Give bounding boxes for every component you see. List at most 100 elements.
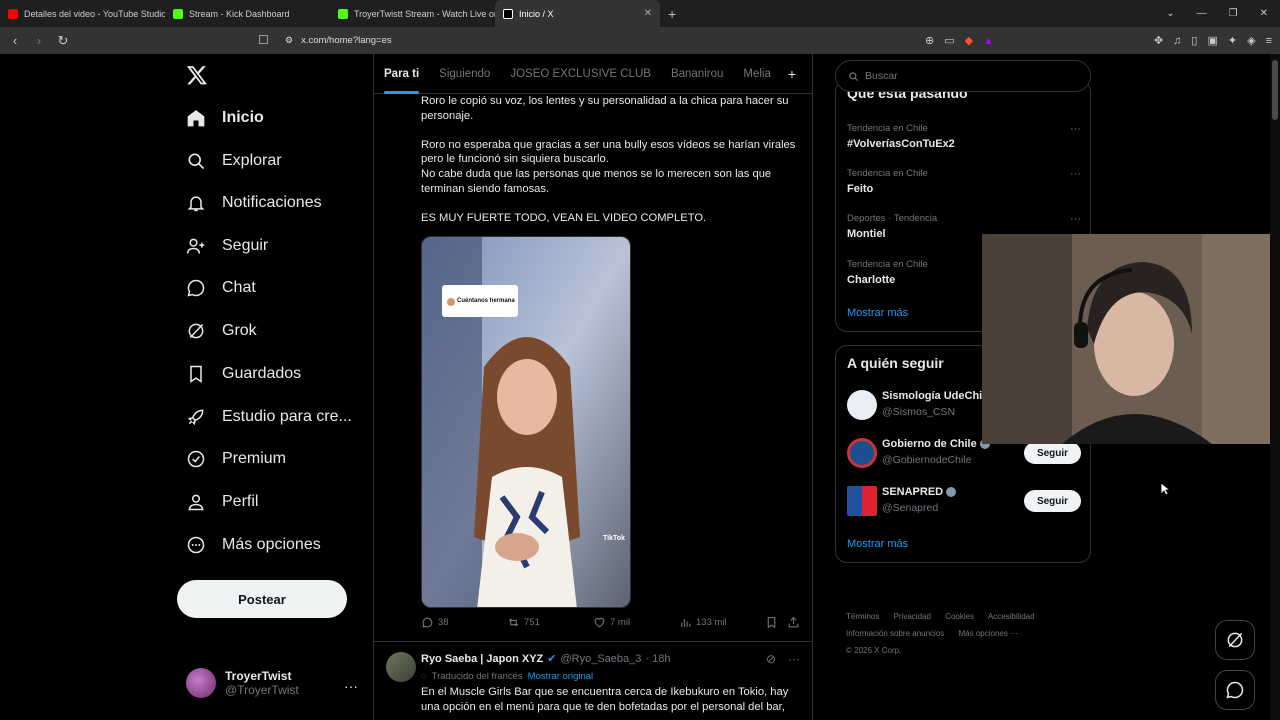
accessibility-link[interactable]: Accesibilidad [988, 612, 1035, 621]
tab-bananirou[interactable]: Bananirou [661, 54, 733, 94]
extensions-icon[interactable]: ✥ [1154, 34, 1163, 47]
minimize-icon[interactable]: — [1197, 8, 1207, 19]
repost-icon [508, 618, 519, 627]
avatar [847, 438, 877, 468]
follow-button[interactable]: Seguir [1024, 490, 1081, 512]
tweet-paragraph: ES MUY FUERTE TODO, VEAN EL VIDEO COMPLE… [421, 211, 707, 224]
trend-item[interactable]: Tendencia en Chile #VolveríasConTuEx2 ··… [847, 123, 1081, 150]
back-icon[interactable]: ‹ [8, 33, 22, 48]
mouse-cursor-icon [1160, 482, 1170, 496]
nav-chat[interactable]: Chat [186, 273, 256, 303]
menu-icon[interactable]: ≡ [1266, 35, 1272, 47]
tab-melia[interactable]: Melia [733, 54, 780, 94]
brave-rewards-icon[interactable]: ▲ [983, 35, 994, 47]
grok-icon [188, 323, 204, 339]
more-icon[interactable]: ··· [1070, 213, 1081, 225]
bell-icon [187, 196, 205, 212]
bookmark-icon [190, 365, 202, 383]
trend-item[interactable]: Tendencia en Chile Feito ··· [847, 168, 1081, 195]
music-icon[interactable]: ♫ [1173, 35, 1181, 47]
browser-tab-youtube[interactable]: Detalles del video - YouTube Studio [0, 0, 165, 27]
show-original-link[interactable]: Mostrar original [528, 671, 593, 682]
share-button[interactable] [787, 616, 800, 629]
search-input[interactable]: Buscar [835, 60, 1091, 92]
terms-link[interactable]: Términos [846, 612, 879, 621]
trend-name: Feito [847, 183, 874, 195]
nav-premium[interactable]: Premium [186, 444, 286, 474]
views-button[interactable]: 133 mil [679, 616, 765, 629]
vpn-icon[interactable]: ◈ [1247, 34, 1255, 47]
bookmark-page-icon[interactable]: ☐ [258, 33, 269, 47]
trend-category: Deportes · Tendencia [847, 213, 938, 224]
translate-icon: ◌ [421, 671, 427, 682]
premium-icon [187, 450, 205, 468]
cookies-link[interactable]: Cookies [945, 612, 974, 621]
repost-button[interactable]: 751 [507, 616, 593, 629]
tweet-author-handle[interactable]: @Ryo_Saeba_3 [561, 653, 642, 665]
post-button[interactable]: Postear [177, 580, 347, 618]
messages-floating-button[interactable] [1215, 670, 1255, 710]
url-field[interactable]: ⚙ x.com/home?lang=es [285, 27, 392, 54]
ads-info-link[interactable]: Información sobre anuncios [846, 629, 944, 638]
nav-perfil[interactable]: Perfil [186, 487, 258, 517]
bookmark-button[interactable] [765, 616, 787, 629]
footer-links: Términos Privacidad Cookies Accesibilida… [846, 608, 1086, 659]
more-circle-icon [187, 536, 205, 554]
reload-icon[interactable]: ↻ [56, 33, 70, 49]
brave-shield-icon[interactable]: ◆ [965, 34, 973, 47]
site-info-icon[interactable]: ⚙ [285, 35, 293, 46]
url-text: x.com/home?lang=es [301, 35, 392, 46]
follow-show-more-link[interactable]: Mostrar más [847, 538, 908, 550]
follow-suggestion[interactable]: SENAPRED @Senapred Seguir [847, 486, 1081, 518]
sidebar-icon[interactable]: ▯ [1191, 34, 1197, 47]
close-window-icon[interactable]: ✕ [1260, 8, 1268, 19]
nav-mas-opciones[interactable]: Más opciones [186, 530, 321, 560]
trends-show-more-link[interactable]: Mostrar más [847, 307, 908, 319]
restore-icon[interactable]: ❐ [1229, 8, 1238, 19]
scrollbar-thumb[interactable] [1272, 60, 1278, 120]
follow-button[interactable]: Seguir [1024, 442, 1081, 464]
avatar[interactable] [386, 652, 416, 682]
tab-para-ti[interactable]: Para ti [374, 54, 429, 94]
nav-notificaciones[interactable]: Notificaciones [186, 188, 322, 218]
account-more-icon[interactable]: ··· [344, 678, 358, 694]
browser-tab-kick-stream[interactable]: TroyerTwistt Stream - Watch Live on [330, 0, 495, 27]
add-tab-icon[interactable]: + [788, 66, 812, 82]
reply-button[interactable]: 38 [421, 616, 507, 629]
tweet-time[interactable]: · 18h [645, 653, 670, 665]
close-tab-icon[interactable]: ✕ [644, 8, 652, 19]
grok-icon[interactable]: ⊘ [766, 652, 776, 666]
more-icon[interactable]: ··· [1070, 168, 1081, 180]
tab-joseo-exclusive-club[interactable]: JOSEO EXCLUSIVE CLUB [500, 54, 661, 94]
trend-category: Tendencia en Chile [847, 123, 928, 134]
like-button[interactable]: 7 mil [593, 616, 679, 629]
zoom-icon[interactable]: ⊕ [925, 34, 934, 47]
leo-ai-icon[interactable]: ✦ [1228, 34, 1237, 47]
tab-siguiendo[interactable]: Siguiendo [429, 54, 500, 94]
tweet-author-name[interactable]: Ryo Saeba | Japon XYZ [421, 653, 543, 665]
more-icon[interactable]: ··· [1070, 123, 1081, 135]
nav-estudio[interactable]: Estudio para cre... [186, 402, 352, 432]
nav-label: Perfil [222, 493, 259, 510]
forward-icon[interactable]: › [32, 33, 46, 48]
nav-explorar[interactable]: Explorar [186, 146, 282, 176]
tweet-video[interactable]: Cuéntanos hermana TikTok [421, 236, 631, 608]
account-switcher[interactable]: TroyerTwist @TroyerTwist [186, 668, 299, 698]
tweet[interactable]: Ryo Saeba | Japon XYZ ✔ @Ryo_Saeba_3 · 1… [374, 641, 812, 720]
x-logo-icon[interactable] [186, 64, 208, 86]
browser-tab-x-home[interactable]: Inicio / X ✕ [495, 0, 660, 27]
nav-seguir[interactable]: Seguir [186, 231, 268, 261]
wallet-icon[interactable]: ▣ [1207, 34, 1217, 47]
nav-inicio[interactable]: Inicio [186, 103, 264, 133]
nav-guardados[interactable]: Guardados [186, 359, 301, 389]
grok-floating-button[interactable] [1215, 620, 1255, 660]
more-options-link[interactable]: Más opciones ··· [959, 629, 1019, 638]
page-scrollbar[interactable] [1270, 54, 1280, 720]
browser-tab-kick-dashboard[interactable]: Stream - Kick Dashboard [165, 0, 330, 27]
nav-grok[interactable]: Grok [186, 316, 257, 346]
new-tab-icon[interactable]: + [660, 6, 684, 22]
tab-search-icon[interactable]: ⌄ [1166, 8, 1174, 19]
more-icon[interactable]: ··· [788, 652, 800, 666]
cast-icon[interactable]: ▭ [944, 34, 954, 47]
privacy-link[interactable]: Privacidad [894, 612, 931, 621]
